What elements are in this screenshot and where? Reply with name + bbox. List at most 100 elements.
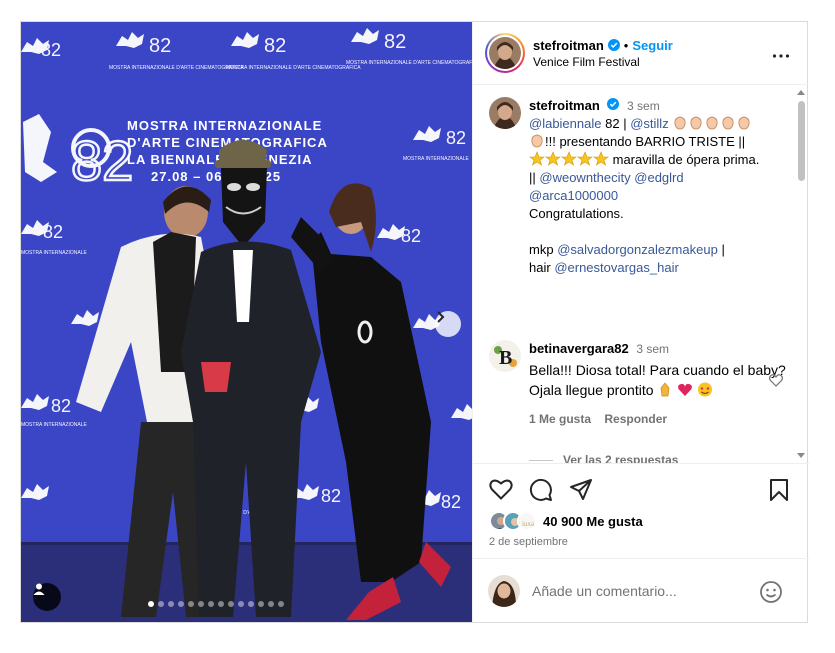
caption-text: @labiennale 82 | @stillz !!! presentando… [529, 115, 787, 277]
post-header: stefroitman • Seguir Venice Film Festiva… [473, 22, 808, 85]
view-replies-button[interactable]: Ver las 2 respuestas [529, 453, 678, 463]
emoji-icon [759, 581, 783, 607]
caption-avatar[interactable] [489, 97, 521, 129]
carousel-dot [258, 601, 264, 607]
commenter-username[interactable]: betinavergara82 [529, 341, 629, 356]
svg-text:82: 82 [446, 128, 466, 148]
caption-masterpiece: maravilla de ópera prima. [612, 152, 760, 167]
verified-icon [607, 39, 620, 51]
caption-number: 82 [605, 116, 620, 131]
mention-labiennale[interactable]: @labiennale [529, 116, 601, 131]
replies-line [529, 459, 553, 461]
star-emoji-icon [561, 151, 577, 166]
star-emoji-icon [593, 151, 609, 166]
carousel-dot [158, 601, 164, 607]
caption-presenting: !!! presentando BARRIO TRISTE || [545, 134, 746, 149]
bookmark-icon [769, 479, 789, 505]
star-emoji-row [529, 151, 613, 167]
red-heart-emoji-icon [678, 383, 693, 396]
clap-emoji-row [672, 116, 752, 131]
caption-time[interactable]: 3 sem [627, 99, 660, 113]
clap-emoji-icon [738, 116, 750, 130]
clap-emoji-icon [722, 116, 734, 130]
caption-mkp-label: mkp [529, 242, 554, 257]
svg-text:B: B [499, 347, 512, 369]
reply-button[interactable]: Responder [604, 412, 667, 426]
svg-text:82: 82 [264, 35, 286, 57]
like-comment-button[interactable] [769, 374, 783, 390]
more-icon [772, 47, 790, 62]
comment-emoji-row [657, 382, 713, 398]
likes-count[interactable]: 40 900 Me gusta [543, 514, 643, 529]
svg-text:82: 82 [401, 226, 421, 246]
mention-weownthecity[interactable]: @weownthecity [539, 170, 630, 185]
clap-emoji-icon [690, 116, 702, 130]
caption-hair-label: hair [529, 260, 551, 275]
scroll-down-arrow[interactable] [797, 453, 805, 458]
mention-stillz[interactable]: @stillz [630, 116, 668, 131]
svg-text:82: 82 [43, 222, 63, 242]
comment-text: Bella!!! Diosa total! Para cuando el bab… [529, 360, 787, 400]
add-comment-bar [473, 558, 809, 622]
liker-avatar: iuxa [517, 511, 537, 531]
svg-text:MOSTRA INTERNAZIONALE: MOSTRA INTERNAZIONALE [21, 250, 88, 256]
caption-body: stefroitman 3 sem @labiennale 82 | @stil… [529, 97, 787, 277]
author-avatar [489, 37, 521, 69]
caption-username[interactable]: stefroitman [529, 98, 600, 113]
clap-emoji-icon [706, 116, 718, 130]
svg-text:82: 82 [321, 486, 341, 506]
comments-scrollbar[interactable] [794, 85, 808, 463]
post-date[interactable]: 2 de septiembre [489, 536, 568, 548]
mention-edglrd[interactable]: @edglrd [634, 170, 683, 185]
like-button[interactable] [489, 478, 513, 503]
carousel-dot [208, 601, 214, 607]
follow-button[interactable]: Seguir [632, 38, 672, 53]
photo-illustration: 82 82 82 82 MOSTRA INTERNAZIONALE D'ARTE… [21, 22, 472, 622]
star-emoji-icon [529, 151, 545, 166]
scroll-thumb[interactable] [798, 101, 805, 181]
svg-text:82: 82 [384, 31, 406, 53]
comment-likes[interactable]: 1 Me gusta [529, 412, 591, 426]
svg-text:MOSTRA INTERNAZIONALE D'ARTE C: MOSTRA INTERNAZIONALE D'ARTE CINEMATOGRA… [109, 65, 244, 71]
star-emoji-icon [545, 151, 561, 166]
comments-list[interactable]: stefroitman 3 sem @labiennale 82 | @stil… [473, 85, 809, 463]
heart-eyes-emoji-icon [698, 382, 713, 397]
svg-text:82: 82 [441, 492, 461, 512]
emoji-picker-button[interactable] [759, 580, 783, 607]
header-separator: • [623, 37, 629, 53]
clap-emoji-icon [674, 116, 686, 130]
svg-text:MOSTRA INTERNAZIONALE D'ARTE C: MOSTRA INTERNAZIONALE D'ARTE CINEMATOGRA… [226, 65, 361, 71]
carousel-dot [248, 601, 254, 607]
carousel-dot [168, 601, 174, 607]
save-button[interactable] [769, 478, 789, 505]
post-details-panel: stefroitman • Seguir Venice Film Festiva… [472, 22, 809, 622]
commenter-avatar[interactable]: B [489, 340, 521, 372]
mention-hair[interactable]: @ernestovargas_hair [554, 260, 678, 275]
comment-button[interactable] [529, 478, 553, 505]
carousel-dot [188, 601, 194, 607]
share-button[interactable] [569, 478, 593, 505]
add-comment-input[interactable] [532, 582, 752, 599]
caption-congrats: Congratulations. [529, 206, 624, 221]
comment-icon [529, 478, 553, 505]
heart-icon [769, 374, 783, 390]
post-location[interactable]: Venice Film Festival [533, 55, 673, 69]
author-avatar-story-ring[interactable] [485, 33, 525, 73]
carousel-dot [148, 601, 154, 607]
more-options-button[interactable] [772, 47, 790, 62]
svg-text:MOSTRA INTERNAZIONALE: MOSTRA INTERNAZIONALE [21, 422, 88, 428]
author-username[interactable]: stefroitman [533, 38, 604, 53]
comment-meta: 1 Me gusta Responder [529, 410, 787, 428]
next-photo-button[interactable] [435, 311, 461, 337]
mention-arca[interactable]: @arca1000000 [529, 188, 618, 203]
scroll-up-arrow[interactable] [797, 90, 805, 95]
carousel-dot [218, 601, 224, 607]
pray-emoji-icon [661, 382, 670, 397]
svg-text:82: 82 [71, 129, 133, 192]
comment-time[interactable]: 3 sem [636, 342, 669, 356]
mention-makeup[interactable]: @salvadorgonzalezmakeup [557, 242, 718, 257]
tagged-users-button[interactable] [33, 583, 61, 611]
caption-pipe: | [623, 116, 627, 131]
svg-text:iuxa: iuxa [522, 520, 535, 528]
post-photo[interactable]: 82 82 82 82 MOSTRA INTERNAZIONALE D'ARTE… [21, 22, 472, 622]
